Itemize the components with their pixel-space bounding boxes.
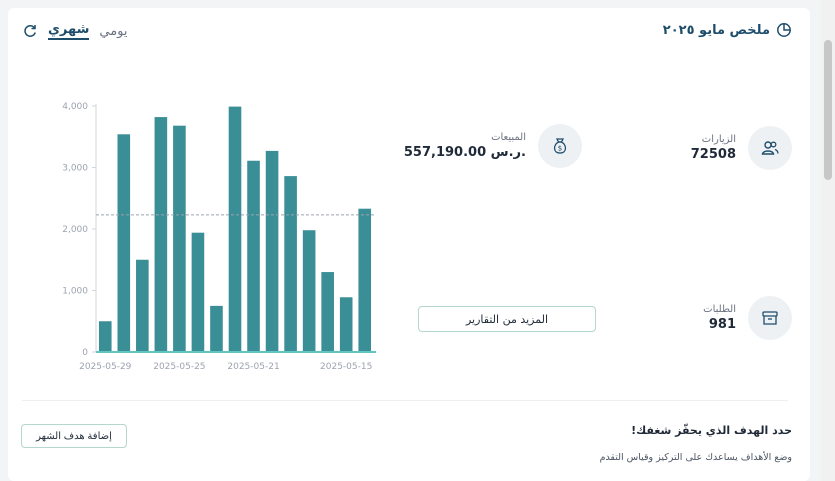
sales-value: 557,190.00 ر.س.	[403, 145, 526, 160]
x-tick-label: 2025-05-25	[153, 362, 205, 372]
y-tick-label: 4,000	[62, 102, 88, 112]
x-tick-label: 2025-05-21	[227, 362, 279, 372]
summary-card: ملخص مايو ٢٠٢٥ يومي شهري الزيارات 72508	[8, 8, 810, 481]
visits-value: 72508	[690, 147, 736, 162]
y-tick-label: 3,000	[62, 164, 88, 174]
more-reports-button[interactable]: المزيد من التقارير	[418, 306, 596, 332]
refresh-icon[interactable]	[22, 23, 38, 39]
x-tick-label: 2025-05-15	[320, 362, 372, 372]
sales-label: المبيعات	[491, 132, 526, 143]
summary-title: ملخص مايو ٢٠٢٥	[663, 22, 792, 38]
scrollbar-thumb[interactable]	[824, 40, 832, 180]
period-tabs: يومي شهري	[22, 22, 128, 40]
y-tick-label: 0	[82, 348, 88, 358]
chart-bar	[154, 117, 168, 352]
chart-bar	[284, 176, 297, 352]
y-tick-label: 2,000	[62, 225, 88, 235]
stat-orders: الطلبات 981	[703, 296, 792, 340]
visits-label: الزيارات	[701, 134, 736, 145]
pie-chart-icon	[777, 23, 791, 37]
chart-bar	[265, 150, 279, 352]
goal-subtitle: وضع الأهداف يساعدك على التركيز وقياس الت…	[599, 452, 792, 463]
chart-bar	[247, 160, 260, 352]
summary-title-text: ملخص مايو ٢٠٢٥	[662, 22, 770, 38]
stat-sales: $ المبيعات 557,190.00 ر.س.	[404, 124, 582, 168]
chart-bar	[339, 297, 353, 352]
box-icon	[748, 296, 792, 340]
money-bag-icon: $	[538, 124, 582, 168]
divider	[22, 400, 788, 401]
users-icon	[748, 126, 792, 170]
chart-bar	[117, 134, 131, 352]
chart-bar	[210, 305, 223, 352]
chart-bar	[173, 125, 186, 353]
chart-bar	[228, 106, 242, 353]
daily-sales-chart: 0 1,000 2,000 3,000 4,000 2025-05-29 2025-05-2…	[62, 102, 376, 372]
add-monthly-goal-button[interactable]: إضافة هدف الشهر	[21, 424, 127, 448]
orders-label: الطلبات	[703, 304, 736, 315]
goal-title: حدد الهدف الذي يحفّز شغفك!	[631, 424, 792, 437]
chart-bar	[98, 321, 112, 352]
scrollbar[interactable]	[821, 0, 835, 481]
orders-value: 981	[708, 317, 736, 332]
x-tick-label: 2025-05-29	[79, 362, 132, 372]
chart-bar	[321, 272, 334, 352]
chart-bar	[358, 208, 372, 352]
tab-monthly[interactable]: شهري	[48, 22, 90, 40]
svg-text:$: $	[558, 145, 562, 153]
chart-bar	[136, 259, 149, 352]
chart-bar	[191, 232, 205, 352]
tab-daily[interactable]: يومي	[99, 24, 127, 39]
y-tick-label: 1,000	[62, 287, 88, 297]
chart-bar	[302, 230, 316, 352]
stat-visits: الزيارات 72508	[691, 126, 792, 170]
